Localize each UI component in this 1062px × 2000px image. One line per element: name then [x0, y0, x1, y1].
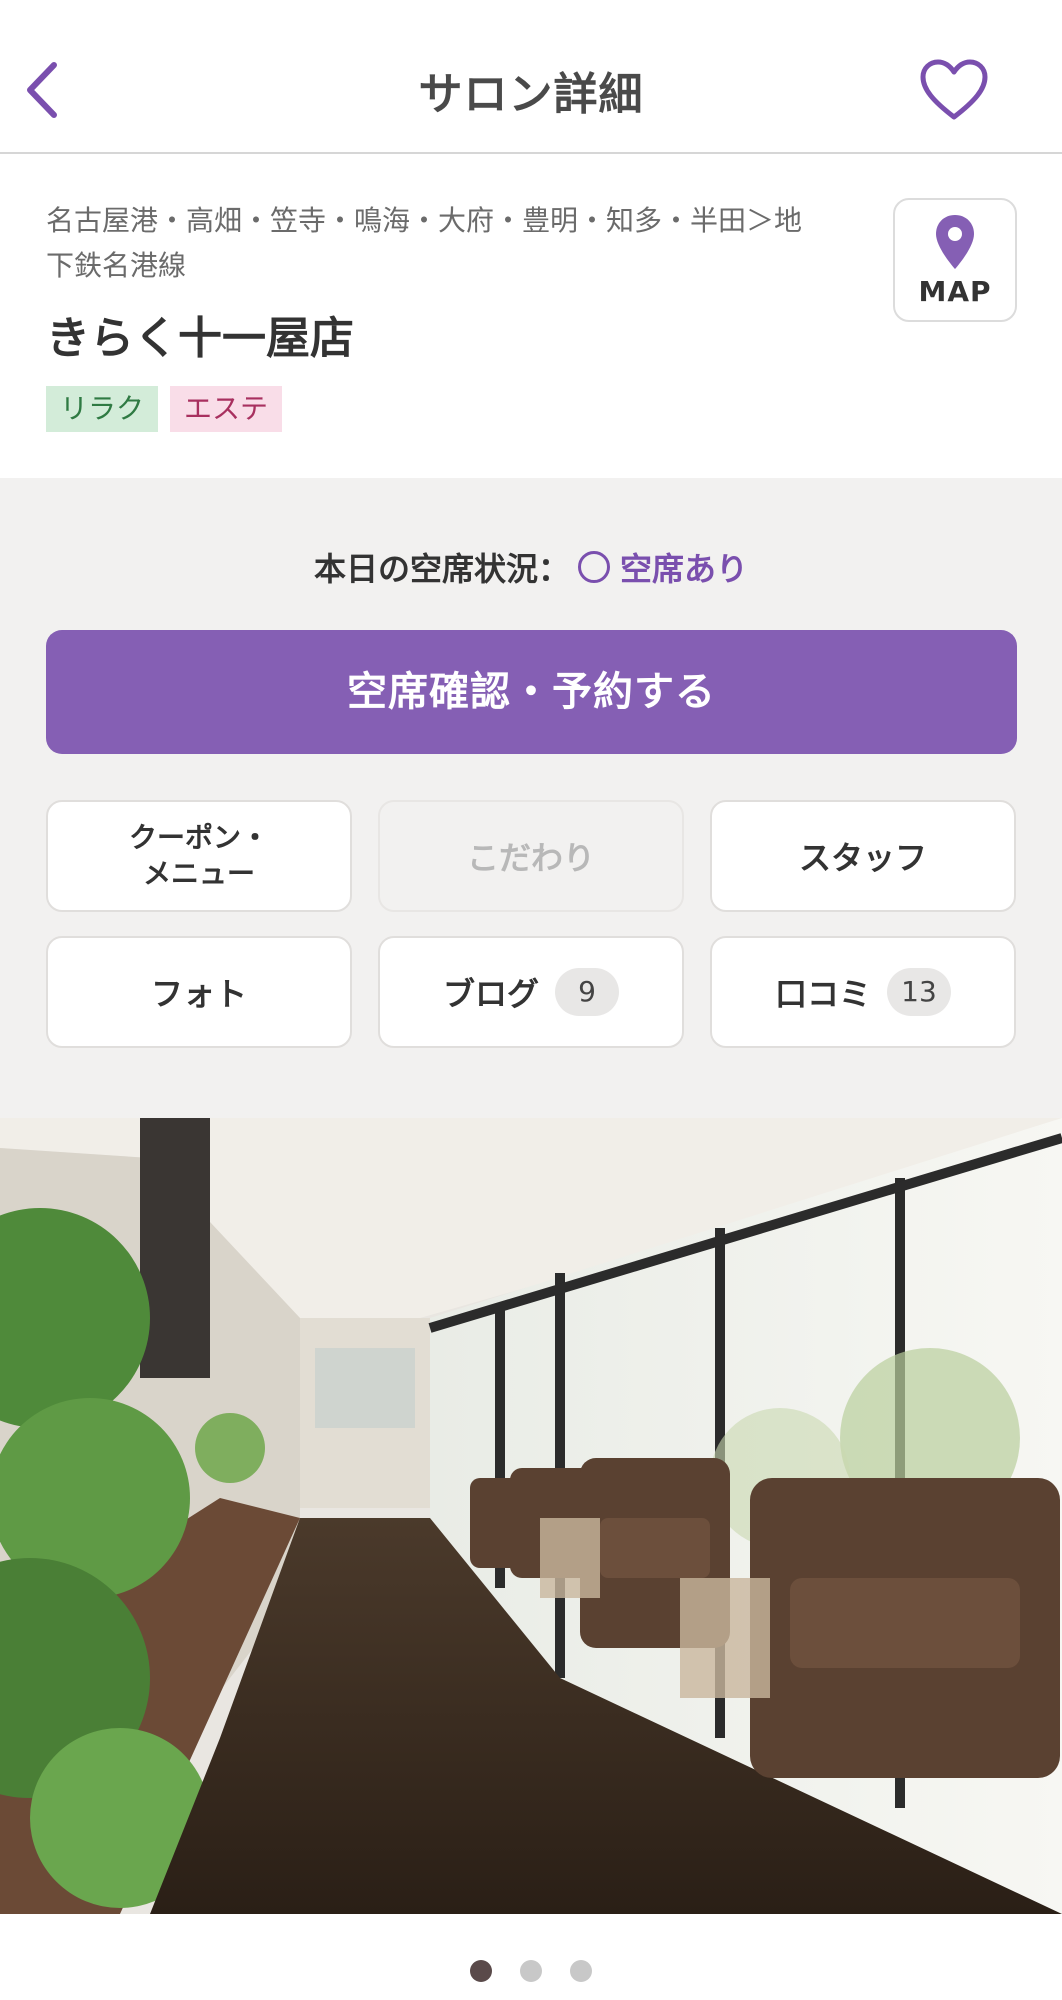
reviews-button[interactable]: 口コミ 13: [710, 936, 1016, 1048]
salon-info: 名古屋港・高畑・笠寺・鳴海・大府・豊明・知多・半田＞地 下鉄名港線 きらく十一屋…: [0, 156, 1062, 478]
availability-value: 空席あり: [620, 550, 749, 588]
tag-esthe: エステ: [170, 386, 283, 432]
map-button[interactable]: MAP: [893, 198, 1017, 322]
coupon-menu-label-line1: クーポン・: [128, 821, 269, 854]
app-header: サロン詳細: [0, 0, 1062, 154]
salon-tags: リラク エステ: [46, 386, 283, 432]
carousel-dot-1[interactable]: [470, 1960, 492, 1982]
salon-menu-grid: クーポン・ メニュー こだわり スタッフ フォト ブログ 9 口コミ 13: [46, 800, 1017, 1048]
booking-section: 本日の空席状況： 空席あり 空席確認・予約する クーポン・ メニュー こだわり …: [0, 478, 1062, 1118]
map-label: MAP: [918, 274, 992, 308]
staff-button[interactable]: スタッフ: [710, 800, 1016, 912]
blog-button[interactable]: ブログ 9: [378, 936, 684, 1048]
salon-area-line2: 下鉄名港線: [46, 249, 187, 282]
heart-outline-icon: [920, 59, 988, 120]
tag-relax: リラク: [46, 386, 159, 432]
reviews-count-badge: 13: [887, 968, 951, 1016]
photo-button[interactable]: フォト: [46, 936, 352, 1048]
salon-area: 名古屋港・高畑・笠寺・鳴海・大府・豊明・知多・半田＞地 下鉄名港線: [46, 198, 846, 288]
availability-label: 本日の空席状況：: [313, 550, 570, 588]
coupon-menu-label-line2: メニュー: [142, 857, 255, 890]
reviews-label: 口コミ: [774, 975, 871, 1013]
carousel-indicator: [0, 1960, 1062, 1986]
coupon-menu-button[interactable]: クーポン・ メニュー: [46, 800, 352, 912]
reserve-button[interactable]: 空席確認・予約する: [46, 630, 1017, 754]
carousel-dot-3[interactable]: [570, 1960, 592, 1982]
salon-interior-photo: [0, 1118, 1062, 1914]
blog-label: ブログ: [442, 975, 539, 1013]
favorite-button[interactable]: [916, 56, 992, 124]
salon-photo-carousel[interactable]: [0, 1118, 1062, 1914]
blog-count-badge: 9: [555, 968, 619, 1016]
kodawari-button: こだわり: [378, 800, 684, 912]
availability-status: 本日の空席状況： 空席あり: [0, 544, 1062, 590]
available-circle-icon: [578, 551, 610, 583]
salon-area-line1: 名古屋港・高畑・笠寺・鳴海・大府・豊明・知多・半田＞地: [46, 204, 803, 237]
salon-name: きらく十一屋店: [46, 313, 354, 364]
carousel-dot-2[interactable]: [520, 1960, 542, 1982]
page-title: サロン詳細: [418, 69, 644, 120]
map-pin-icon: [936, 214, 974, 269]
